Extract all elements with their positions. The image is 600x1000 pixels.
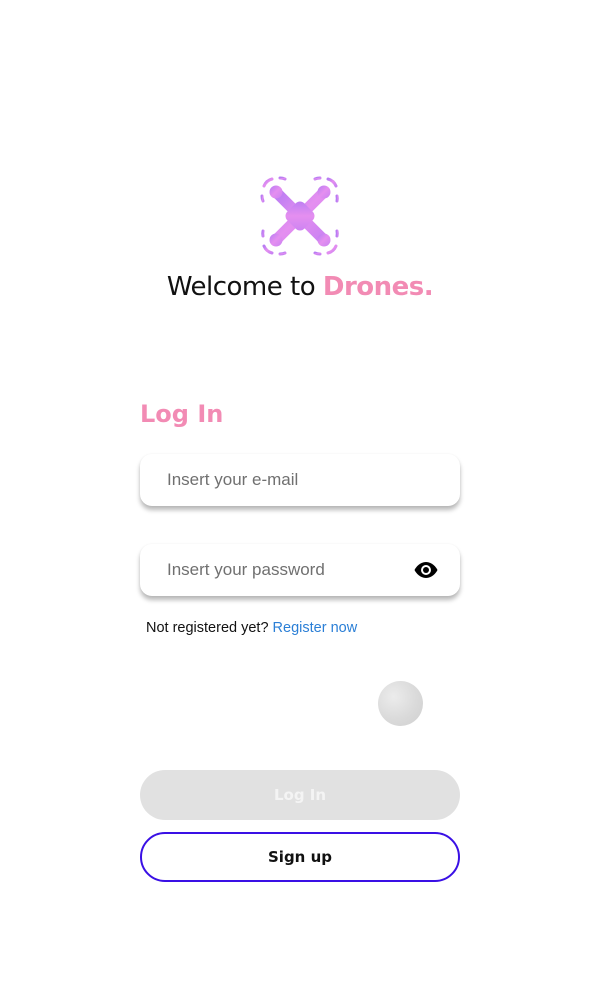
login-title: Log In	[140, 400, 224, 428]
eye-icon[interactable]	[414, 560, 438, 580]
password-field[interactable]	[140, 544, 460, 596]
password-field-container	[140, 544, 460, 596]
login-button[interactable]: Log In	[140, 770, 460, 820]
signup-button[interactable]: Sign up	[140, 832, 460, 882]
register-prompt-line: Not registered yet? Register now	[146, 620, 357, 636]
welcome-heading: Welcome to Drones.	[0, 272, 600, 302]
drone-icon	[260, 176, 339, 256]
brand-name: Drones.	[322, 272, 434, 302]
login-screen: Welcome to Drones. Log In Not registered…	[0, 0, 600, 1000]
loading-indicator	[378, 681, 423, 726]
email-field[interactable]	[140, 454, 460, 506]
email-field-container	[140, 454, 460, 506]
register-link[interactable]: Register now	[273, 620, 358, 636]
register-prompt: Not registered yet?	[146, 620, 273, 636]
welcome-prefix: Welcome to	[166, 272, 323, 302]
